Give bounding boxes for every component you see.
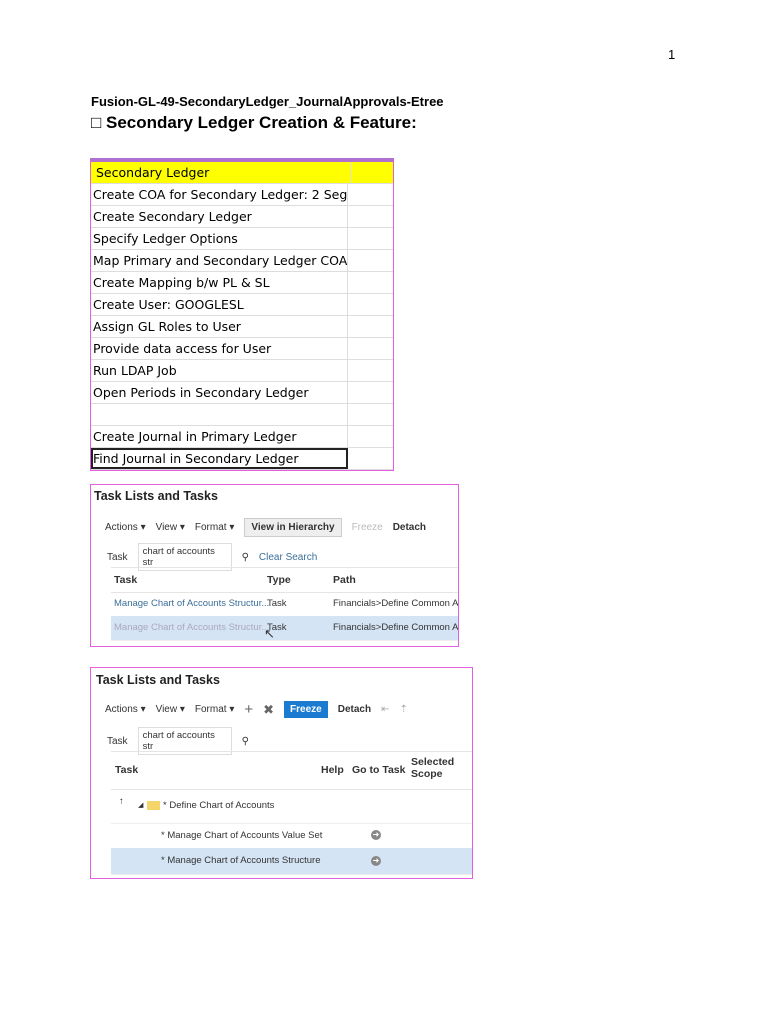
view-menu[interactable]: View ▾ (156, 522, 185, 533)
document-title: Fusion-GL-49-SecondaryLedger_JournalAppr… (91, 94, 444, 109)
table-header: Task Type Path (111, 567, 458, 593)
table-row: Create COA for Secondary Ledger: 2 Segme… (91, 184, 393, 206)
table-row: Run LDAP Job (91, 360, 393, 382)
detach-button[interactable]: Detach (393, 522, 426, 533)
table-header: Task Help Go to Task Selected Scope (111, 751, 472, 790)
view-menu[interactable]: View ▾ (156, 704, 185, 715)
clear-search-link[interactable]: Clear Search (259, 552, 317, 563)
steps-header-row: Secondary Ledger (91, 162, 393, 184)
toolbar: Actions ▾ View ▾ Format ▾ View in Hierar… (105, 518, 426, 537)
table-row: Open Periods in Secondary Ledger (91, 382, 393, 404)
table-row: Create User: GOOGLESL (91, 294, 393, 316)
document-page: 1 Fusion-GL-49-SecondaryLedger_JournalAp… (0, 0, 768, 1024)
delete-icon[interactable]: ✖ (263, 702, 274, 718)
actions-menu[interactable]: Actions ▾ (105, 522, 146, 533)
table-row: Create Secondary Ledger (91, 206, 393, 228)
search-icon[interactable]: ⚲ (242, 552, 249, 563)
view-in-hierarchy-button[interactable]: View in Hierarchy (244, 518, 342, 537)
table-row: Create Mapping b/w PL & SL (91, 272, 393, 294)
freeze-button[interactable]: Freeze (284, 701, 328, 718)
table-row: Create Journal in Primary Ledger (91, 426, 393, 448)
collapse-icon[interactable]: ⇡ (399, 704, 407, 715)
table-row: Find Journal in Secondary Ledger (91, 448, 393, 470)
page-number: 1 (668, 47, 676, 62)
actions-menu[interactable]: Actions ▾ (105, 704, 146, 715)
go-to-task-icon[interactable]: ➜ (371, 830, 381, 840)
tree-row-selected[interactable]: * Manage Chart of Accounts Structure ➜ (111, 848, 472, 875)
panel-title: Task Lists and Tasks (94, 489, 218, 503)
up-arrow-icon[interactable]: ↑ (119, 784, 124, 819)
table-row-selected[interactable]: Manage Chart of Accounts Structur... Tas… (111, 616, 458, 641)
table-row: Specify Ledger Options (91, 228, 393, 250)
section-heading: □ Secondary Ledger Creation & Feature: (91, 113, 417, 132)
screenshot-task-search: Task Lists and Tasks Actions ▾ View ▾ Fo… (90, 484, 459, 647)
table-row: Assign GL Roles to User (91, 316, 393, 338)
format-menu[interactable]: Format ▾ (195, 522, 234, 533)
table-row[interactable]: Manage Chart of Accounts Structur... Tas… (111, 591, 458, 617)
task-label: Task (107, 735, 128, 747)
screenshot-task-hierarchy: Task Lists and Tasks Actions ▾ View ▾ Fo… (90, 667, 473, 879)
folder-icon (147, 801, 160, 810)
mouse-cursor-icon: ↖ (264, 626, 275, 641)
expand-icon[interactable]: ⇤ (381, 704, 389, 715)
table-row (91, 404, 393, 426)
detach-button[interactable]: Detach (338, 704, 371, 715)
steps-table: Secondary Ledger Create COA for Secondar… (90, 158, 394, 471)
toolbar: Actions ▾ View ▾ Format ▾ + ✖ Freeze Det… (105, 701, 408, 718)
panel-title: Task Lists and Tasks (96, 673, 220, 687)
tree-row[interactable]: * Manage Chart of Accounts Value Set ➜ (111, 823, 472, 849)
table-row: Map Primary and Secondary Ledger COA (91, 250, 393, 272)
freeze-button[interactable]: Freeze (352, 522, 383, 533)
go-to-task-icon[interactable]: ➜ (371, 856, 381, 866)
format-menu[interactable]: Format ▾ (195, 704, 234, 715)
add-icon[interactable]: + (244, 701, 253, 718)
collapse-triangle-icon[interactable]: ◢ (138, 788, 143, 823)
tree-row-parent[interactable]: ↑ ◢ * Define Chart of Accounts (111, 788, 472, 824)
table-row: Provide data access for User (91, 338, 393, 360)
search-icon[interactable]: ⚲ (242, 736, 249, 747)
task-label: Task (107, 551, 128, 563)
